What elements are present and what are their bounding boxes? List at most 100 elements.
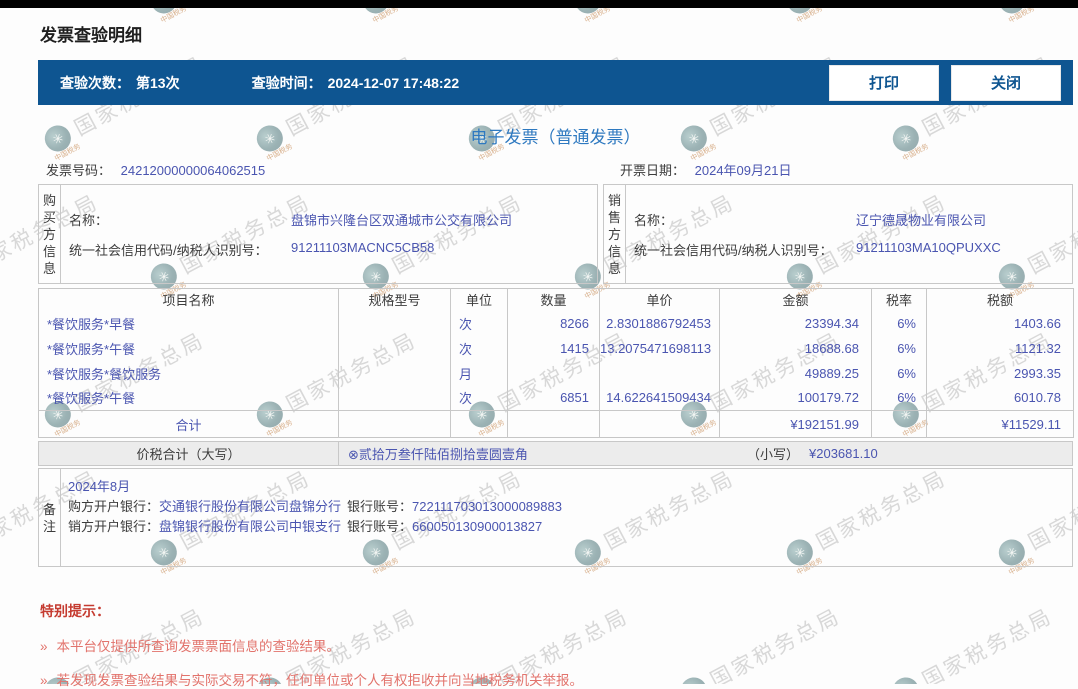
cell-amount: 100179.72 <box>719 385 872 411</box>
remarks-seller-bank-line: 销方开户银行：盘锦银行股份有限公司中银支行 银行账号：66005013090001… <box>68 517 1072 537</box>
buyer-side-label: 购买方信息 <box>39 185 61 283</box>
seller-taxid-value: 91211103MA10QPUXXC <box>856 239 1001 255</box>
cell-item-name: *餐饮服务*午餐 <box>38 335 339 361</box>
table-row: *餐饮服务*午餐 次 1415 13.2075471698113 18688.6… <box>38 335 1074 361</box>
invoice-verification-page: 发票查验明细 查验次数： 第13次 查验时间： 2024-12-07 17:48… <box>38 21 1074 689</box>
cell-unit: 次 <box>450 385 508 411</box>
print-button[interactable]: 打印 <box>829 64 939 101</box>
header-quantity: 数量 <box>507 288 600 311</box>
cell-unit-price: 14.622641509434 <box>599 385 720 411</box>
page-title: 发票查验明细 <box>40 26 142 45</box>
cell-tax-amount: 6010.78 <box>1014 390 1061 406</box>
cell-item-name: *餐饮服务*早餐 <box>38 310 339 336</box>
notice-item: » 若发现发票查验结果与实际交易不符，任何单位或个人有权拒收并向当地税务机关举报。 <box>40 669 1073 689</box>
cell-unit: 次 <box>450 335 508 361</box>
total-price-empty <box>599 410 720 438</box>
bullet-icon: » <box>40 673 48 688</box>
check-time-label: 查验时间： <box>251 74 322 91</box>
cell-quantity: 1415 <box>507 335 600 361</box>
cell-tax-rate: 6% <box>871 335 927 361</box>
buyer-bank-value: 交通银行股份有限公司盘锦分行 <box>159 499 342 514</box>
cell-amount: 18688.68 <box>719 335 872 361</box>
notice-item: » 本平台仅提供所查询发票票面信息的查验结果。 <box>40 635 1073 655</box>
cell-spec <box>338 385 451 411</box>
header-item-name: 项目名称 <box>38 288 339 311</box>
header-unit-price: 单价 <box>599 288 720 311</box>
buyer-name-label: 名称： <box>69 212 109 228</box>
remarks-box: 备注 2024年8月 购方开户银行：交通银行股份有限公司盘锦分行 银行账号：722… <box>38 468 1073 567</box>
grand-total-small-label: （小写） <box>747 447 800 462</box>
check-count-value: 第13次 <box>136 74 180 91</box>
header-spec: 规格型号 <box>338 288 451 311</box>
cell-tax-rate: 6% <box>871 360 927 386</box>
invoice-number-value: 24212000000064062515 <box>120 162 266 178</box>
table-row: *餐饮服务*餐饮服务 月 49889.25 6% 2993.35 <box>38 360 1074 386</box>
buyer-account-label: 银行账号： <box>347 499 413 514</box>
verification-toolbar: 查验次数： 第13次 查验时间： 2024-12-07 17:48:22 打印 … <box>38 60 1073 105</box>
bullet-icon: » <box>40 639 48 654</box>
seller-name-row: 名称： 辽宁德晟物业有限公司 <box>634 210 1072 229</box>
cell-item-name: *餐饮服务*餐饮服务 <box>38 360 339 386</box>
buyer-content: 名称： 盘锦市兴隆台区双通城市公交有限公司 统一社会信用代码/纳税人识别号： 9… <box>61 185 597 283</box>
remarks-side-label-text: 备注 <box>42 501 56 534</box>
invoice-number-label: 发票号码： <box>46 162 112 178</box>
cell-unit-price <box>599 360 720 386</box>
buyer-name-value: 盘锦市兴隆台区双通城市公交有限公司 <box>291 212 513 228</box>
cell-quantity: 8266 <box>507 310 600 336</box>
grand-total-row: 价税合计（大写） ⊗贰拾万叁仟陆佰捌拾壹圆壹角 （小写） ¥203681.10 <box>38 441 1073 466</box>
remarks-period: 2024年8月 <box>68 479 131 494</box>
cell-tax-amount: 1403.66 <box>1014 315 1061 331</box>
notice-item-text: 本平台仅提供所查询发票票面信息的查验结果。 <box>56 639 341 654</box>
table-row: *餐饮服务*早餐 次 8266 2.8301886792453 23394.34… <box>38 310 1074 336</box>
seller-name-value: 辽宁德晟物业有限公司 <box>856 212 987 228</box>
remarks-side-label: 备注 <box>39 469 61 566</box>
header-tax-rate: 税率 <box>871 288 927 311</box>
check-time-value: 2024-12-07 17:48:22 <box>327 74 460 91</box>
total-spec-empty <box>338 410 451 438</box>
invoice-date-value: 2024年09月21日 <box>694 162 792 178</box>
total-amount: ¥192151.99 <box>719 410 872 438</box>
remarks-buyer-bank-line: 购方开户银行：交通银行股份有限公司盘锦分行 银行账号：72211170301300… <box>68 497 1072 517</box>
cell-quantity: 6851 <box>507 385 600 411</box>
total-qty-empty <box>507 410 600 438</box>
seller-info-box: 销售方信息 名称： 辽宁德晟物业有限公司 统一社会信用代码/纳税人识别号： 91… <box>603 184 1073 284</box>
check-count-label: 查验次数： <box>60 74 130 91</box>
seller-bank-label: 销方开户银行： <box>68 519 160 534</box>
grand-total-label: 价税合计（大写） <box>39 442 339 465</box>
header-tax-amount: 税额 <box>986 293 1013 309</box>
notice-item-text: 若发现发票查验结果与实际交易不符，任何单位或个人有权拒收并向当地税务机关举报。 <box>56 673 584 688</box>
seller-account-label: 银行账号： <box>347 519 413 534</box>
cell-item-name: *餐饮服务*午餐 <box>38 385 339 411</box>
party-info-section: 购买方信息 名称： 盘锦市兴隆台区双通城市公交有限公司 统一社会信用代码/纳税人… <box>38 184 1073 284</box>
line-items-table: 项目名称 规格型号 单位 数量 单价 金额 税率 税额 *餐饮服务*早餐 次 8… <box>38 288 1074 438</box>
table-row: *餐饮服务*午餐 次 6851 14.622641509434 100179.7… <box>38 385 1074 411</box>
header-unit: 单位 <box>450 288 508 311</box>
invoice-number-group: 发票号码： 24212000000064062515 <box>38 160 600 179</box>
buyer-account-value: 722111703013000089883 <box>412 499 562 514</box>
seller-taxid-label: 统一社会信用代码/纳税人识别号： <box>634 242 833 258</box>
notice-title: 特别提示： <box>40 603 110 619</box>
cell-spec <box>338 335 451 361</box>
buyer-info-box: 购买方信息 名称： 盘锦市兴隆台区双通城市公交有限公司 统一社会信用代码/纳税人… <box>38 184 598 284</box>
seller-name-label: 名称： <box>634 212 674 228</box>
cell-spec <box>338 310 451 336</box>
cell-amount: 23394.34 <box>719 310 872 336</box>
invoice-date-label: 开票日期： <box>620 162 686 178</box>
grand-total-figures: ¥203681.10 <box>809 446 878 461</box>
header-amount: 金额 <box>719 288 872 311</box>
total-tax-amount: ¥11529.11 <box>926 410 1074 438</box>
top-black-strip <box>0 0 1078 8</box>
cell-unit: 次 <box>450 310 508 336</box>
buyer-bank-label: 购方开户银行： <box>68 499 160 514</box>
cell-amount: 49889.25 <box>719 360 872 386</box>
buyer-taxid-label: 统一社会信用代码/纳税人识别号： <box>69 242 268 258</box>
seller-taxid-row: 统一社会信用代码/纳税人识别号： 91211103MA10QPUXXC <box>634 240 1072 259</box>
table-total-row: 合计 ¥192151.99 ¥11529.11 <box>38 410 1074 438</box>
total-label: 合计 <box>38 410 339 438</box>
seller-side-label-text: 销售方信息 <box>607 192 621 276</box>
seller-side-label: 销售方信息 <box>604 185 626 283</box>
buyer-side-label-text: 购买方信息 <box>42 192 56 276</box>
buyer-name-row: 名称： 盘锦市兴隆台区双通城市公交有限公司 <box>69 210 597 229</box>
close-button[interactable]: 关闭 <box>951 64 1061 101</box>
table-header-row: 项目名称 规格型号 单位 数量 单价 金额 税率 税额 <box>38 288 1074 311</box>
